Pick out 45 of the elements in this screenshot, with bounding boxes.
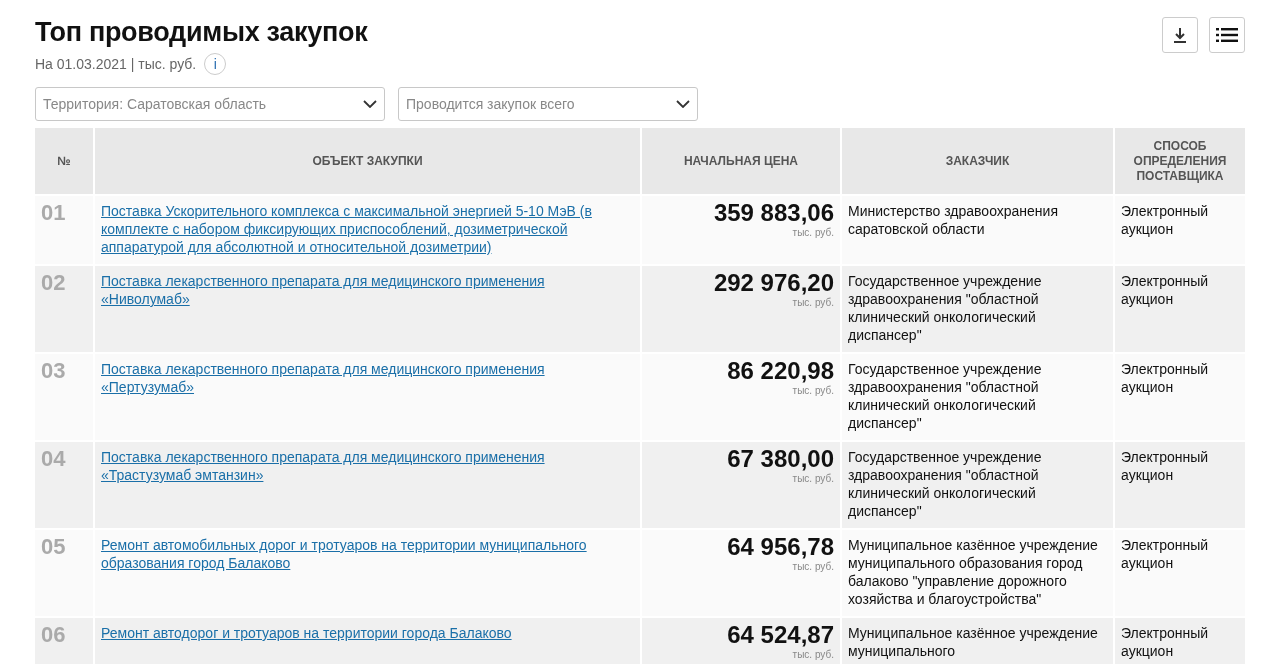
column-header: НАЧАЛЬНАЯ ЦЕНА xyxy=(642,128,840,194)
price-value: 86 220,98 xyxy=(726,357,834,385)
table-cell: Электронный аукцион xyxy=(1115,618,1245,664)
price-unit: тыс. руб. xyxy=(791,649,834,660)
column-header: ЗАКАЗЧИК xyxy=(842,128,1113,194)
price-unit: тыс. руб. xyxy=(791,561,834,572)
column-header: № xyxy=(35,128,93,194)
column-header: ОБЪЕКТ ЗАКУПКИ xyxy=(95,128,640,194)
table-cell: Государственное учреждение здравоохранения "областной клинический онкологический диспансер" xyxy=(842,266,1113,352)
row-number: 05 xyxy=(35,530,93,616)
price-value: 292 976,20 xyxy=(712,269,834,297)
price-value: 67 380,00 xyxy=(726,445,834,473)
table-cell: Электронный аукцион xyxy=(1115,442,1245,528)
table-cell: Электронный аукцион xyxy=(1115,530,1245,616)
row-number: 03 xyxy=(35,354,93,440)
row-number: 01 xyxy=(35,196,93,264)
price-unit: тыс. руб. xyxy=(791,297,834,308)
row-number: 06 xyxy=(35,618,93,664)
price-value: 64 524,87 xyxy=(726,621,834,649)
price-value: 359 883,06 xyxy=(712,199,834,227)
price-unit: тыс. руб. xyxy=(791,473,834,484)
column-header: СПОСОБ ОПРЕДЕЛЕНИЯ ПОСТАВЩИКА xyxy=(1115,128,1245,194)
list-icon xyxy=(1216,28,1238,42)
table-cell: Государственное учреждение здравоохранения "областной клинический онкологический диспансер" xyxy=(842,354,1113,440)
table-cell: Муниципальное казённое учреждение муниципального образования город балаково "управление дорожного хозяйства и благоустройства" xyxy=(842,530,1113,616)
list-button[interactable] xyxy=(1209,17,1245,53)
dropdown[interactable]: Проводится закупок всего xyxy=(398,87,698,121)
chevron-icon xyxy=(676,100,690,108)
price-unit: тыс. руб. xyxy=(791,385,834,396)
row-number: 02 xyxy=(35,266,93,352)
row-number: 04 xyxy=(35,442,93,528)
table-cell: Муниципальное казённое учреждение муниципального xyxy=(842,618,1113,664)
table-cell: Электронный аукцион xyxy=(1115,266,1245,352)
chevron-icon xyxy=(363,100,377,108)
dropdown[interactable]: Территория: Саратовская область xyxy=(35,87,385,121)
subtitle: На 01.03.2021 | тыс. руб. xyxy=(35,56,197,72)
page-title: Топ проводимых закупок xyxy=(35,16,368,49)
table-cell: Электронный аукцион xyxy=(1115,196,1245,264)
table-cell: Министерство здравоохранения саратовской области xyxy=(842,196,1113,264)
download-button[interactable] xyxy=(1162,17,1198,53)
table-cell: Электронный аукцион xyxy=(1115,354,1245,440)
table-cell: Государственное учреждение здравоохранения "областной клинический онкологический диспансер" xyxy=(842,442,1113,528)
price-unit: тыс. руб. xyxy=(791,227,834,238)
download-icon xyxy=(1173,27,1187,43)
price-value: 64 956,78 xyxy=(726,533,834,561)
